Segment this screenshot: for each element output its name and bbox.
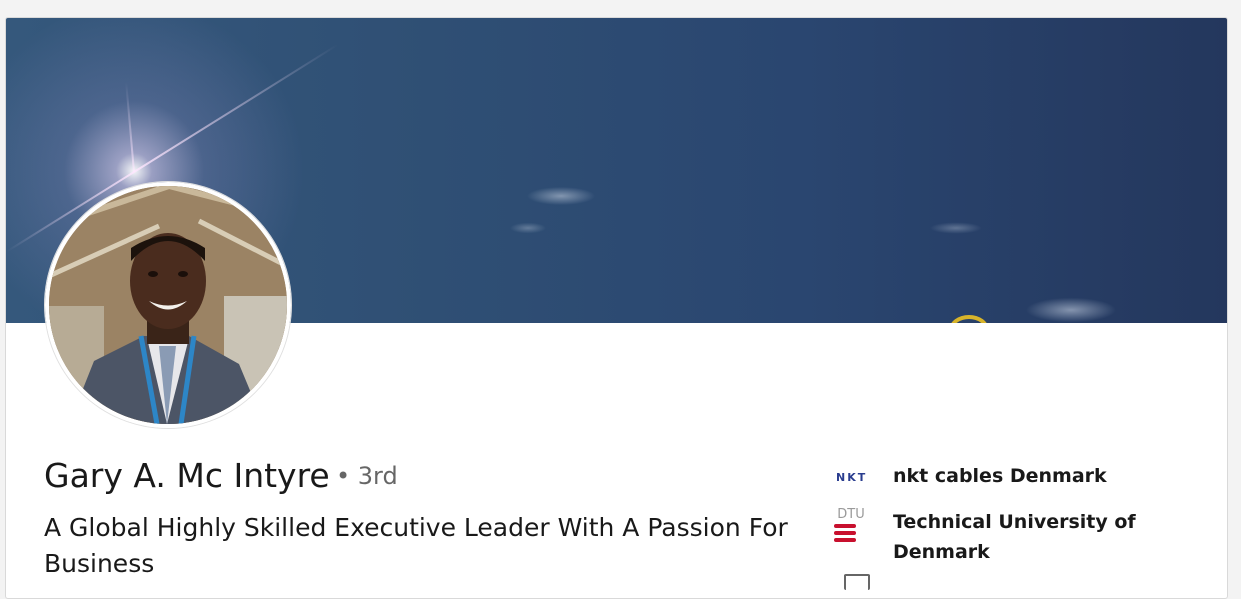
- profile-card: Gary A. Mc Intyre • 3rd A Global Highly …: [5, 17, 1228, 599]
- profile-headline: A Global Highly Skilled Executive Leader…: [44, 513, 788, 578]
- company-name[interactable]: nkt cables Denmark: [893, 461, 1153, 491]
- school-name[interactable]: Technical University of Denmark: [893, 507, 1153, 567]
- nkt-logo-icon: NKT: [836, 471, 868, 484]
- profile-name: Gary A. Mc Intyre: [44, 456, 330, 495]
- dtu-logo-icon: DTU: [834, 507, 878, 548]
- contact-info-icon[interactable]: [844, 574, 870, 590]
- connection-degree: • 3rd: [336, 462, 398, 490]
- profile-photo[interactable]: [45, 182, 291, 428]
